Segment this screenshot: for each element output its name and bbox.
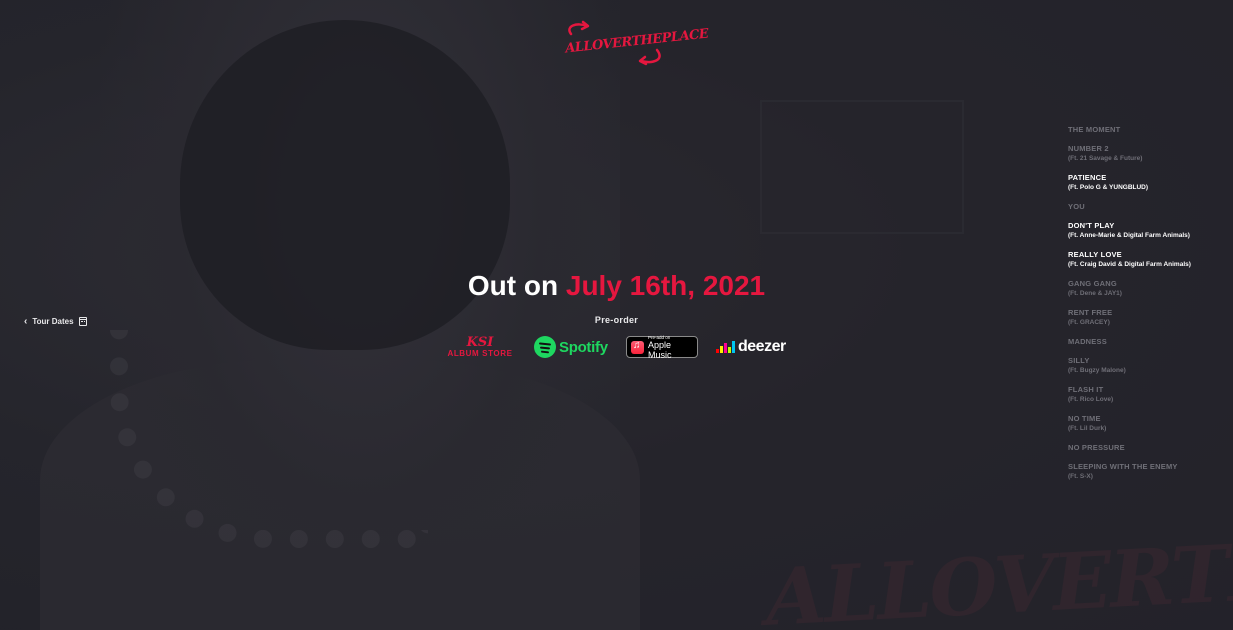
track-title: NO TIME <box>1068 414 1101 423</box>
apple-music-button[interactable]: Pre-add on Apple Music <box>626 335 698 360</box>
spotify-icon <box>534 336 556 358</box>
track-featuring: (Ft. Bugzy Malone) <box>1068 367 1126 374</box>
track-title: REALLY LOVE <box>1068 250 1122 259</box>
deezer-button[interactable]: deezer <box>716 334 790 360</box>
landing-page: ALLOVERTHEPLACE ALLOVERTHEPLACE Out on J… <box>0 0 1233 630</box>
chevron-left-icon: ‹ <box>24 316 28 327</box>
background-logo-watermark: ALLOVERTHEPLACE <box>763 507 1233 630</box>
release-date: July 16th, 2021 <box>565 270 766 301</box>
apple-music-text: Pre-add on Apple Music <box>648 335 693 360</box>
background-frame <box>760 100 964 234</box>
track-featuring: (Ft. Lil Durk) <box>1068 425 1107 432</box>
ksi-logo: KSI <box>466 334 494 350</box>
track-item[interactable]: SLEEPING WITH THE ENEMY (Ft. S-X) <box>1068 462 1228 481</box>
track-title: NO PRESSURE <box>1068 443 1125 452</box>
track-item[interactable]: RENT FREE (Ft. GRACEY) <box>1068 308 1228 327</box>
track-title: SLEEPING WITH THE ENEMY <box>1068 462 1178 471</box>
track-item[interactable]: PATIENCE (Ft. Polo G & YUNGBLUD) <box>1068 173 1228 192</box>
track-featuring: (Ft. Craig David & Digital Farm Animals) <box>1068 261 1191 268</box>
album-logo[interactable]: ALLOVERTHEPLACE <box>557 20 709 66</box>
track-title: MADNESS <box>1068 337 1107 346</box>
spotify-label: Spotify <box>559 338 608 356</box>
preorder-stores: KSI ALBUM STORE Spotify Pre-add on Apple… <box>0 334 1233 362</box>
track-featuring: (Ft. Anne-Marie & Digital Farm Animals) <box>1068 232 1190 239</box>
track-title: THE MOMENT <box>1068 125 1121 134</box>
track-featuring: (Ft. S-X) <box>1068 473 1093 480</box>
track-item[interactable]: THE MOMENT <box>1068 125 1228 134</box>
apple-music-icon <box>631 340 644 354</box>
tour-dates-link[interactable]: ‹ Tour Dates <box>24 316 87 327</box>
calendar-icon <box>78 317 87 326</box>
track-item[interactable]: DON'T PLAY (Ft. Anne-Marie & Digital Farm… <box>1068 221 1228 240</box>
track-title: FLASH IT <box>1068 385 1104 394</box>
track-item[interactable]: NUMBER 2 (Ft. 21 Savage & Future) <box>1068 144 1228 163</box>
track-item[interactable]: SILLY (Ft. Bugzy Malone) <box>1068 356 1228 375</box>
ksi-store-label: ALBUM STORE <box>447 348 513 358</box>
track-title: YOU <box>1068 202 1085 211</box>
track-item[interactable]: NO PRESSURE <box>1068 443 1228 452</box>
background-chain <box>110 330 428 548</box>
track-title: NUMBER 2 <box>1068 144 1109 153</box>
track-title: DON'T PLAY <box>1068 221 1115 230</box>
background-shirt <box>40 360 640 630</box>
track-item[interactable]: REALLY LOVE (Ft. Craig David & Digital Fa… <box>1068 250 1228 269</box>
track-featuring: (Ft. GRACEY) <box>1068 319 1110 326</box>
track-title: RENT FREE <box>1068 308 1113 317</box>
track-item[interactable]: FLASH IT (Ft. Rico Love) <box>1068 385 1228 404</box>
track-item[interactable]: YOU <box>1068 202 1228 211</box>
deezer-bars-icon <box>716 341 735 353</box>
track-item[interactable]: MADNESS <box>1068 337 1228 346</box>
track-title: PATIENCE <box>1068 173 1107 182</box>
preorder-label: Pre-order <box>594 315 639 325</box>
deezer-label: deezer <box>738 338 786 355</box>
track-title: GANG GANG <box>1068 279 1117 288</box>
release-heading: Out on July 16th, 2021 <box>0 270 1233 302</box>
tour-dates-label: Tour Dates <box>32 317 74 326</box>
track-featuring: (Ft. 21 Savage & Future) <box>1068 155 1143 162</box>
track-featuring: (Ft. Polo G & YUNGBLUD) <box>1068 184 1149 191</box>
release-prefix: Out on <box>467 270 559 301</box>
tracklist: THE MOMENT NUMBER 2 (Ft. 21 Savage & Futur… <box>1068 125 1228 491</box>
track-featuring: (Ft. Dene & JAY1) <box>1068 290 1122 297</box>
apple-music-label: Apple Music <box>648 339 672 360</box>
track-item[interactable]: GANG GANG (Ft. Dene & JAY1) <box>1068 279 1228 298</box>
spotify-button[interactable]: Spotify <box>534 334 608 360</box>
track-title: SILLY <box>1068 356 1090 365</box>
ksi-album-store-button[interactable]: KSI ALBUM STORE <box>442 334 518 360</box>
track-featuring: (Ft. Rico Love) <box>1068 396 1114 403</box>
track-item[interactable]: NO TIME (Ft. Lil Durk) <box>1068 414 1228 433</box>
